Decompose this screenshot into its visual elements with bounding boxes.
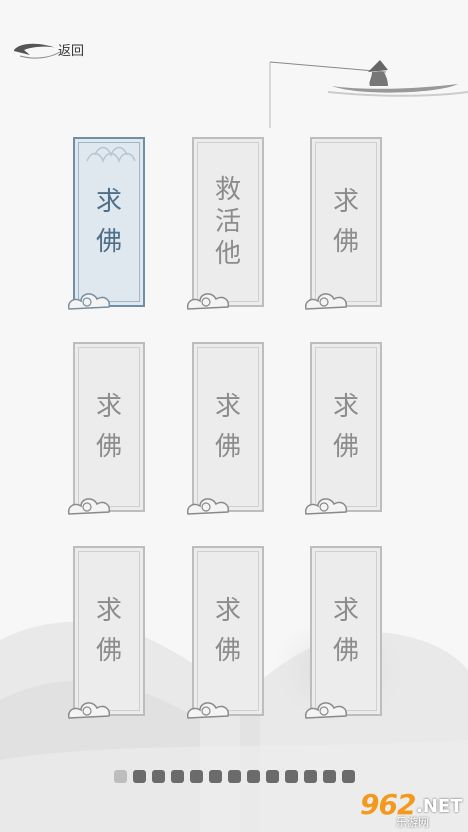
card-text-line: 佛 (214, 432, 241, 462)
page-dot-current[interactable] (114, 770, 127, 783)
page-indicator (114, 770, 355, 783)
page-dot[interactable] (266, 770, 279, 783)
page-dot[interactable] (323, 770, 336, 783)
cloud-ornament-icon (304, 702, 348, 719)
card-text-line: 求 (332, 596, 359, 626)
page-dot[interactable] (152, 770, 165, 783)
cloud-ornament-icon (186, 293, 230, 310)
card-text-line: 佛 (95, 636, 122, 666)
card-text-line: 佛 (332, 636, 359, 666)
page-dot[interactable] (171, 770, 184, 783)
level-card-1[interactable]: 求 佛 (67, 137, 145, 310)
site-watermark: 962 .NET 乐游网 (332, 786, 462, 829)
cloud-ornament-icon (67, 293, 111, 310)
card-text-line: 求 (214, 596, 241, 626)
back-label: 返回 (58, 43, 85, 59)
cloud-ornament-icon (67, 702, 111, 719)
card-text-line: 佛 (332, 432, 359, 462)
fisherman-ink-illustration (269, 60, 468, 128)
level-card-9[interactable]: 求 佛 (304, 546, 382, 719)
watermark-subtitle: 乐游网 (396, 816, 429, 829)
page-dot[interactable] (342, 770, 355, 783)
card-text-line: 他 (214, 239, 241, 269)
card-text-line: 求 (95, 596, 122, 626)
cloud-ornament-icon (186, 498, 230, 515)
card-text-line: 活 (214, 207, 241, 237)
back-button[interactable]: 返回 (10, 36, 100, 62)
page-dot[interactable] (228, 770, 241, 783)
page-dot[interactable] (304, 770, 317, 783)
card-text-line: 佛 (95, 227, 122, 257)
card-text-line: 佛 (214, 636, 241, 666)
cloud-ornament-icon (67, 498, 111, 515)
page-dot[interactable] (209, 770, 222, 783)
back-arrow-icon (14, 43, 61, 59)
page-dot[interactable] (190, 770, 203, 783)
cloud-ornament-icon (304, 293, 348, 310)
level-card-7[interactable]: 求 佛 (67, 546, 145, 719)
level-card-6[interactable]: 求 佛 (304, 342, 382, 515)
card-text-line: 求 (332, 187, 359, 217)
card-text-line: 佛 (332, 227, 359, 257)
card-text-line: 求 (332, 392, 359, 422)
card-text-line: 救 (214, 175, 241, 205)
page-dot[interactable] (247, 770, 260, 783)
level-card-5[interactable]: 求 佛 (186, 342, 264, 515)
card-text-line: 求 (214, 392, 241, 422)
level-card-2[interactable]: 救 活 他 (186, 137, 264, 310)
level-card-8[interactable]: 求 佛 (186, 546, 264, 719)
card-text-line: 佛 (95, 432, 122, 462)
page-dot[interactable] (133, 770, 146, 783)
card-text-line: 求 (95, 392, 122, 422)
page-dot[interactable] (285, 770, 298, 783)
cloud-ornament-icon (304, 498, 348, 515)
card-text-line: 求 (95, 187, 122, 217)
cloud-ornament-icon (186, 702, 230, 719)
level-card-3[interactable]: 求 佛 (304, 137, 382, 310)
level-card-4[interactable]: 求 佛 (67, 342, 145, 515)
